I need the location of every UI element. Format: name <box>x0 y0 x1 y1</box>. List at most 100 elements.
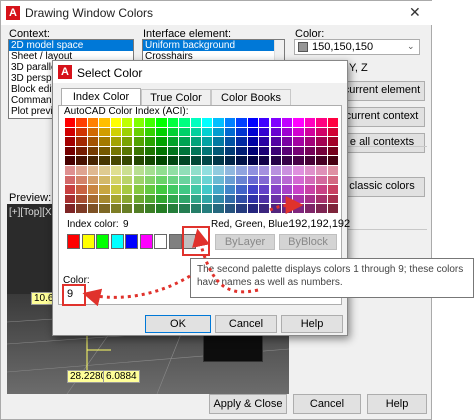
aci-swatch[interactable] <box>304 166 316 175</box>
aci-swatch[interactable] <box>179 137 190 146</box>
aci-swatch[interactable] <box>247 166 259 175</box>
aci-swatch[interactable] <box>167 166 179 175</box>
aci-swatch[interactable] <box>316 127 327 137</box>
aci-swatch[interactable] <box>224 156 236 165</box>
aci-swatch[interactable] <box>293 118 304 127</box>
aci-swatch[interactable] <box>270 146 281 156</box>
aci-swatch[interactable] <box>65 185 76 194</box>
aci-swatch[interactable] <box>281 146 293 156</box>
aci-swatch[interactable] <box>133 175 144 185</box>
aci-swatch[interactable] <box>190 156 201 165</box>
aci-swatch[interactable] <box>76 166 87 175</box>
aci-swatch[interactable] <box>281 156 293 165</box>
aci-swatch[interactable] <box>179 194 190 204</box>
aci-swatch[interactable] <box>122 175 133 185</box>
aci-swatch[interactable] <box>270 137 281 146</box>
aci-swatch[interactable] <box>316 146 327 156</box>
aci-swatch[interactable] <box>224 185 236 194</box>
primary-swatch[interactable] <box>154 234 167 249</box>
aci-swatch[interactable] <box>247 118 259 127</box>
aci-swatch[interactable] <box>122 194 133 204</box>
aci-swatch[interactable] <box>327 166 338 175</box>
aci-swatch[interactable] <box>156 137 167 146</box>
aci-swatch[interactable] <box>122 137 133 146</box>
main-help-button[interactable]: Help <box>367 394 427 414</box>
aci-swatch[interactable] <box>144 175 156 185</box>
aci-swatch[interactable] <box>99 175 110 185</box>
aci-swatch[interactable] <box>190 204 201 213</box>
aci-swatch[interactable] <box>270 194 281 204</box>
aci-swatch[interactable] <box>270 127 281 137</box>
aci-swatch[interactable] <box>316 137 327 146</box>
aci-swatch[interactable] <box>144 118 156 127</box>
aci-swatch[interactable] <box>76 146 87 156</box>
aci-swatch[interactable] <box>87 185 99 194</box>
aci-swatch[interactable] <box>270 175 281 185</box>
aci-swatch[interactable] <box>304 137 316 146</box>
aci-swatch[interactable] <box>281 204 293 213</box>
aci-swatch[interactable] <box>270 166 281 175</box>
aci-swatch[interactable] <box>213 127 224 137</box>
ok-button[interactable]: OK <box>145 315 211 333</box>
byblock-button[interactable]: ByBlock <box>279 234 337 250</box>
aci-swatch[interactable] <box>281 118 293 127</box>
aci-swatch[interactable] <box>202 118 213 127</box>
aci-swatch[interactable] <box>65 137 76 146</box>
aci-swatch[interactable] <box>167 137 179 146</box>
aci-swatch[interactable] <box>247 146 259 156</box>
aci-swatch[interactable] <box>122 185 133 194</box>
aci-swatch[interactable] <box>99 194 110 204</box>
aci-swatch[interactable] <box>167 146 179 156</box>
aci-swatch[interactable] <box>304 175 316 185</box>
aci-swatch[interactable] <box>144 146 156 156</box>
aci-swatch[interactable] <box>144 185 156 194</box>
aci-swatch[interactable] <box>65 194 76 204</box>
aci-swatch[interactable] <box>224 175 236 185</box>
aci-swatch[interactable] <box>190 175 201 185</box>
bylayer-button[interactable]: ByLayer <box>215 234 275 250</box>
aci-swatch[interactable] <box>87 127 99 137</box>
aci-swatch[interactable] <box>236 127 247 137</box>
aci-swatch[interactable] <box>99 137 110 146</box>
aci-swatch[interactable] <box>65 118 76 127</box>
aci-swatch[interactable] <box>224 137 236 146</box>
aci-swatch[interactable] <box>133 146 144 156</box>
aci-swatch[interactable] <box>316 166 327 175</box>
aci-swatch[interactable] <box>133 204 144 213</box>
aci-swatch[interactable] <box>236 166 247 175</box>
aci-swatch[interactable] <box>304 118 316 127</box>
aci-swatch[interactable] <box>236 204 247 213</box>
aci-swatch[interactable] <box>236 137 247 146</box>
aci-swatch[interactable] <box>327 175 338 185</box>
aci-swatch[interactable] <box>224 194 236 204</box>
aci-swatch[interactable] <box>259 137 270 146</box>
aci-swatch[interactable] <box>327 185 338 194</box>
aci-swatch[interactable] <box>224 204 236 213</box>
interface-item[interactable]: Uniform background <box>143 40 274 51</box>
aci-swatch[interactable] <box>304 127 316 137</box>
aci-swatch[interactable] <box>213 146 224 156</box>
primary-swatch[interactable] <box>168 234 182 249</box>
aci-swatch[interactable] <box>110 146 122 156</box>
aci-swatch[interactable] <box>316 185 327 194</box>
aci-swatch[interactable] <box>281 137 293 146</box>
aci-swatch[interactable] <box>122 118 133 127</box>
aci-swatch[interactable] <box>213 204 224 213</box>
restore-all-contexts-button[interactable]: e all contexts <box>339 133 425 153</box>
tab-true-color[interactable]: True Color <box>141 89 211 105</box>
aci-swatch[interactable] <box>156 166 167 175</box>
aci-swatch[interactable] <box>236 194 247 204</box>
aci-swatch[interactable] <box>133 185 144 194</box>
dialog-help-button[interactable]: Help <box>281 315 343 333</box>
aci-swatch[interactable] <box>87 204 99 213</box>
aci-swatch[interactable] <box>133 127 144 137</box>
aci-swatch[interactable] <box>202 166 213 175</box>
aci-swatch[interactable] <box>179 156 190 165</box>
aci-swatch[interactable] <box>179 118 190 127</box>
aci-swatch[interactable] <box>304 194 316 204</box>
aci-swatch[interactable] <box>156 194 167 204</box>
aci-swatch[interactable] <box>133 194 144 204</box>
aci-swatch[interactable] <box>270 185 281 194</box>
aci-swatch[interactable] <box>144 194 156 204</box>
aci-swatch[interactable] <box>65 127 76 137</box>
